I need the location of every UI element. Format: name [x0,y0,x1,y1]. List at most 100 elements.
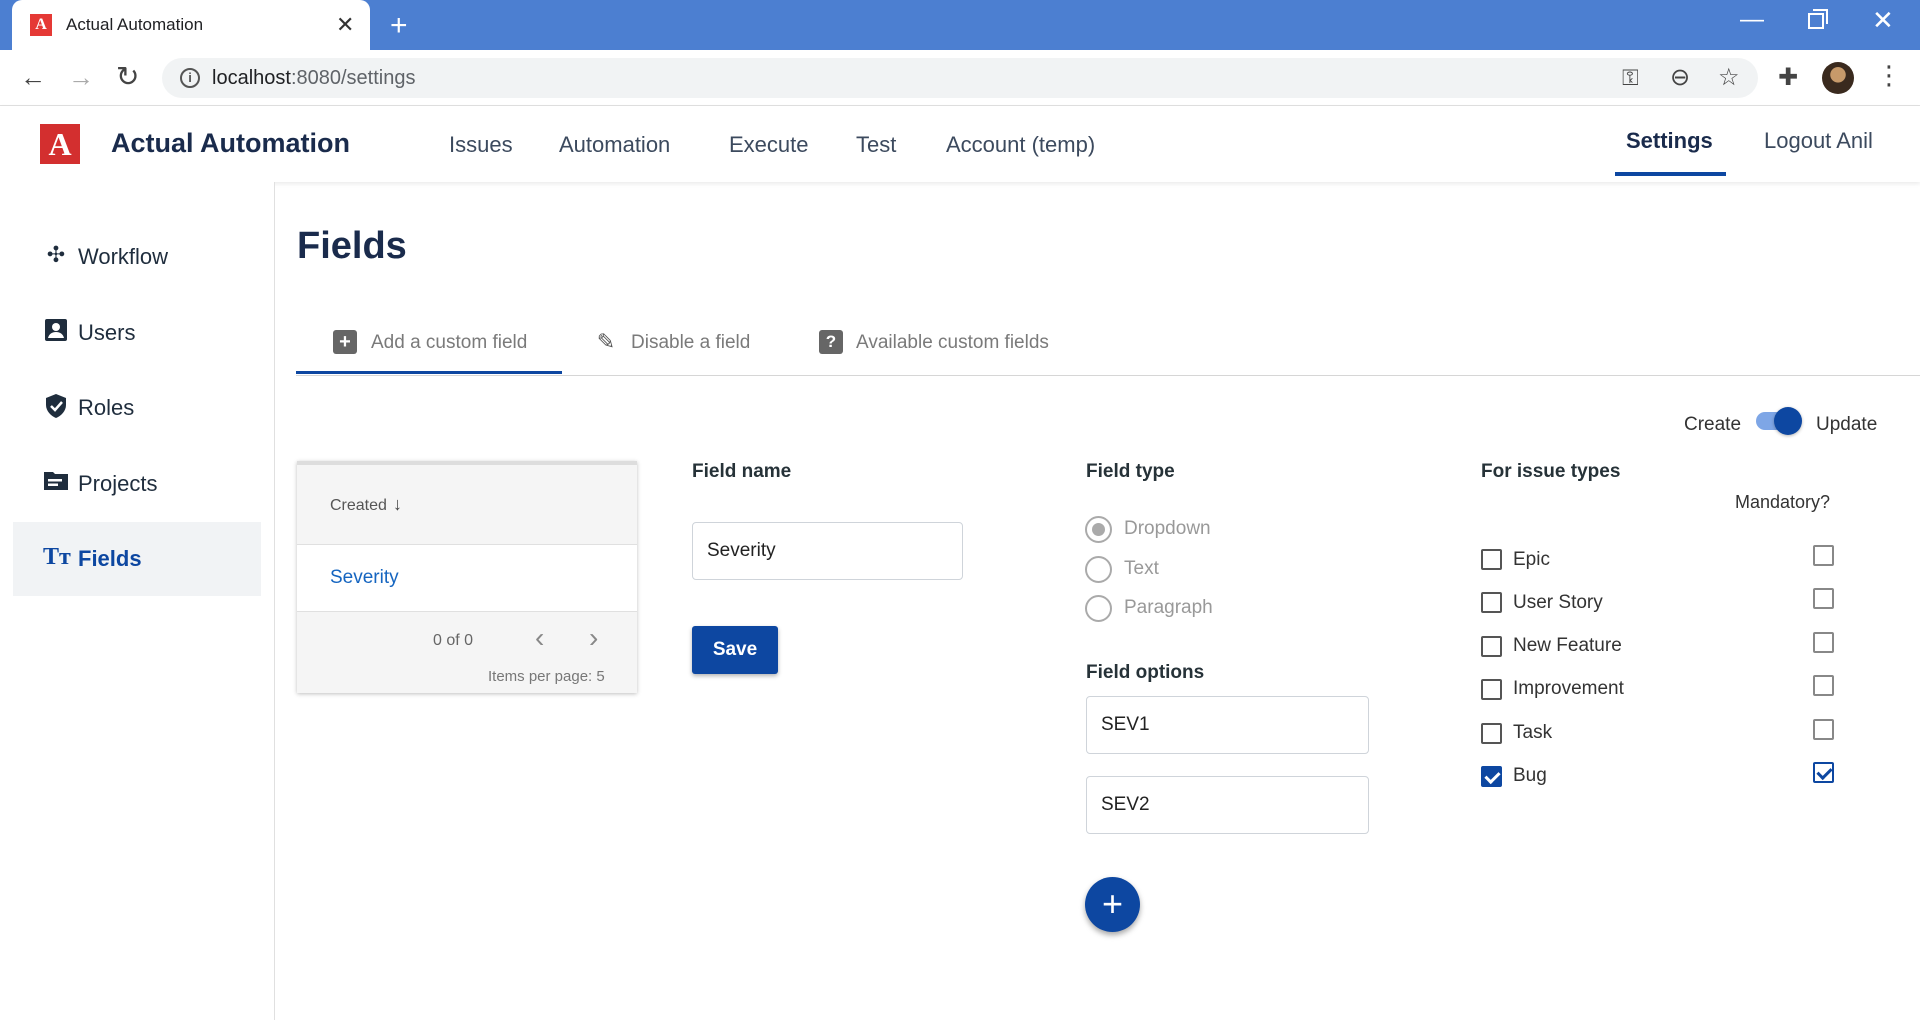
mandatory-header: Mandatory? [1735,492,1831,512]
app-logo[interactable]: A [40,124,80,164]
radio-text[interactable] [1085,556,1112,583]
tab-title: Actual Automation [66,15,204,34]
issue-type-label: Task [1513,722,1553,743]
zoom-out-icon[interactable]: ⊖ [1670,63,1690,92]
reload-icon[interactable]: ↻ [116,60,139,93]
save-button[interactable]: Save [692,626,778,674]
chevron-left-icon[interactable]: ‹ [535,622,544,654]
nav-issues[interactable]: Issues [449,132,513,158]
bookmark-star-icon[interactable]: ☆ [1718,63,1740,92]
radio-paragraph[interactable] [1085,595,1112,622]
restore-icon[interactable] [1808,9,1828,29]
issue-type-checkbox-user-story[interactable] [1481,592,1502,613]
nav-test[interactable]: Test [856,132,896,158]
browser-menu-icon[interactable]: ⋮ [1876,60,1902,91]
table-header: Created ↓ [297,465,637,545]
nav-settings[interactable]: Settings [1626,128,1713,154]
field-name-input[interactable] [692,522,963,580]
minimize-icon[interactable]: — [1740,6,1764,34]
issue-type-label: Bug [1513,765,1547,786]
profile-avatar[interactable] [1822,62,1854,94]
url-text: localhost:8080/settings [212,67,415,90]
sidebar-item-label: Roles [78,395,135,420]
mode-toggle-knob[interactable] [1774,407,1802,435]
url-path: :8080/settings [290,67,416,89]
nav-execute[interactable]: Execute [729,132,809,158]
new-tab-icon[interactable]: + [390,9,408,43]
sidebar-item-fields[interactable]: Tт Fields [13,522,261,596]
issue-type-label: User Story [1513,592,1603,613]
logout-link[interactable]: Logout Anil [1764,128,1873,154]
address-bar[interactable]: i localhost:8080/settings ⚿ ⊖ ☆ [162,58,1758,98]
mandatory-checkbox-user-story[interactable] [1813,588,1834,609]
issue-type-checkbox-improvement[interactable] [1481,679,1502,700]
mandatory-checkbox-improvement[interactable] [1813,675,1834,696]
brand-name[interactable]: Actual Automation [111,128,350,159]
sidebar-item-label: Workflow [78,244,169,269]
add-box-icon: + [333,330,357,354]
site-info-icon[interactable]: i [180,68,200,88]
issue-type-label: Improvement [1513,678,1624,699]
sidebar-item-roles[interactable]: Roles [13,371,261,445]
tab-label: Add a custom field [371,332,528,353]
radio-paragraph-label: Paragraph [1124,597,1213,618]
mandatory-checkbox-new-feature[interactable] [1813,632,1834,653]
issue-type-label: Epic [1513,549,1550,570]
page-title: Fields [297,225,407,267]
window-close-icon[interactable]: ✕ [1872,5,1894,36]
forward-icon[interactable]: → [68,62,94,93]
extensions-icon[interactable]: ✚ [1778,63,1798,92]
sidebar-item-projects[interactable]: Projects [13,447,261,521]
folder-icon [43,469,69,495]
mode-create-label: Create [1684,414,1742,435]
radio-dropdown-label: Dropdown [1124,518,1211,539]
radio-text-label: Text [1124,558,1159,579]
user-icon [43,318,69,344]
table-row[interactable]: Severity [330,567,399,589]
issue-type-label: New Feature [1513,635,1622,656]
per-page-value[interactable]: 5 [596,668,604,685]
issue-type-checkbox-bug[interactable] [1481,766,1502,787]
mandatory-checkbox-epic[interactable] [1813,545,1834,566]
table-paginator: 0 of 0 ‹ › Items per page: 5 [297,611,637,693]
sidebar-item-label: Users [78,320,136,345]
items-per-page: Items per page: 5 [488,668,605,685]
tab-close-icon[interactable]: ✕ [336,12,354,38]
page-range: 0 of 0 [433,632,474,649]
mandatory-checkbox-bug[interactable] [1813,762,1834,783]
issue-type-checkbox-task[interactable] [1481,723,1502,744]
browser-tab[interactable]: A Actual Automation ✕ [12,0,370,50]
add-option-button[interactable]: + [1085,877,1140,932]
key-icon[interactable]: ⚿ [1622,65,1639,91]
mandatory-checkbox-task[interactable] [1813,719,1834,740]
field-option-input[interactable] [1086,696,1369,754]
chevron-right-icon[interactable]: › [589,622,598,654]
nav-active-indicator [1615,172,1726,176]
sidebar: ✣ Workflow Users Roles Projects Tт Field… [0,182,275,1020]
issue-type-checkbox-new-feature[interactable] [1481,636,1502,657]
field-tabs: + Add a custom field ✎ Disable a field ?… [296,320,1920,376]
sidebar-item-label: Fields [78,546,142,571]
app-header: A Actual Automation Issues Automation Ex… [0,106,1920,182]
sidebar-item-users[interactable]: Users [13,296,261,370]
issue-type-checkbox-epic[interactable] [1481,549,1502,570]
mode-update-label: Update [1816,414,1878,435]
nav-automation[interactable]: Automation [559,132,670,158]
tab-available-custom-fields[interactable]: ? Available custom fields [818,320,1088,376]
browser-tabstrip: A Actual Automation ✕ + — ✕ [0,0,1920,50]
tab-label: Available custom fields [856,332,1049,353]
tab-disable-field[interactable]: ✎ Disable a field [586,320,756,376]
tab-add-custom-field[interactable]: + Add a custom field [296,320,562,376]
column-header-created[interactable]: Created [330,497,387,515]
arrow-down-icon[interactable]: ↓ [393,494,402,515]
url-host: localhost [212,67,291,89]
back-icon[interactable]: ← [20,62,46,93]
nav-account[interactable]: Account (temp) [946,132,1095,158]
browser-toolbar: ← → ↻ i localhost:8080/settings ⚿ ⊖ ☆ ✚ … [0,50,1920,106]
sidebar-item-workflow[interactable]: ✣ Workflow [13,220,261,294]
fields-table: Created ↓ Severity 0 of 0 ‹ › Items per … [297,461,637,693]
per-page-label: Items per page: [488,668,593,685]
radio-dropdown[interactable] [1085,516,1112,543]
field-option-input[interactable] [1086,776,1369,834]
field-options-label: Field options [1086,662,1205,683]
